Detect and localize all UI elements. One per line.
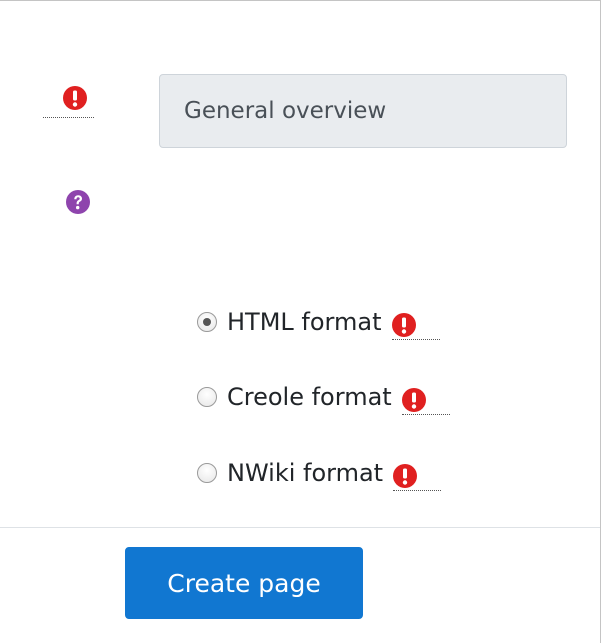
page-top-border	[0, 0, 600, 1]
page-right-border	[600, 0, 601, 643]
create-page-button[interactable]: Create page	[125, 547, 363, 619]
radio-creole-format[interactable]	[197, 387, 217, 407]
exclamation-circle-icon	[401, 387, 426, 412]
exclamation-circle-icon	[63, 86, 87, 110]
format-required-indicator	[393, 455, 442, 491]
format-required-indicator	[401, 379, 450, 415]
exclamation-circle-icon	[391, 312, 416, 337]
title-required-indicator	[43, 86, 94, 118]
question-circle-icon	[66, 190, 90, 214]
page-title-input[interactable]	[159, 74, 567, 148]
format-option-nwiki[interactable]: NWiki format	[197, 453, 442, 493]
format-option-label: NWiki format	[227, 459, 384, 487]
format-required-indicator	[391, 304, 440, 340]
format-option-label: HTML format	[227, 308, 382, 336]
format-option-html[interactable]: HTML format	[197, 302, 440, 342]
format-option-label: Creole format	[227, 383, 392, 411]
radio-nwiki-format[interactable]	[197, 463, 217, 483]
help-button[interactable]	[66, 190, 90, 214]
exclamation-circle-icon	[393, 463, 418, 488]
format-option-creole[interactable]: Creole format	[197, 377, 450, 417]
form-footer-divider	[0, 527, 600, 528]
radio-html-format[interactable]	[197, 312, 217, 332]
